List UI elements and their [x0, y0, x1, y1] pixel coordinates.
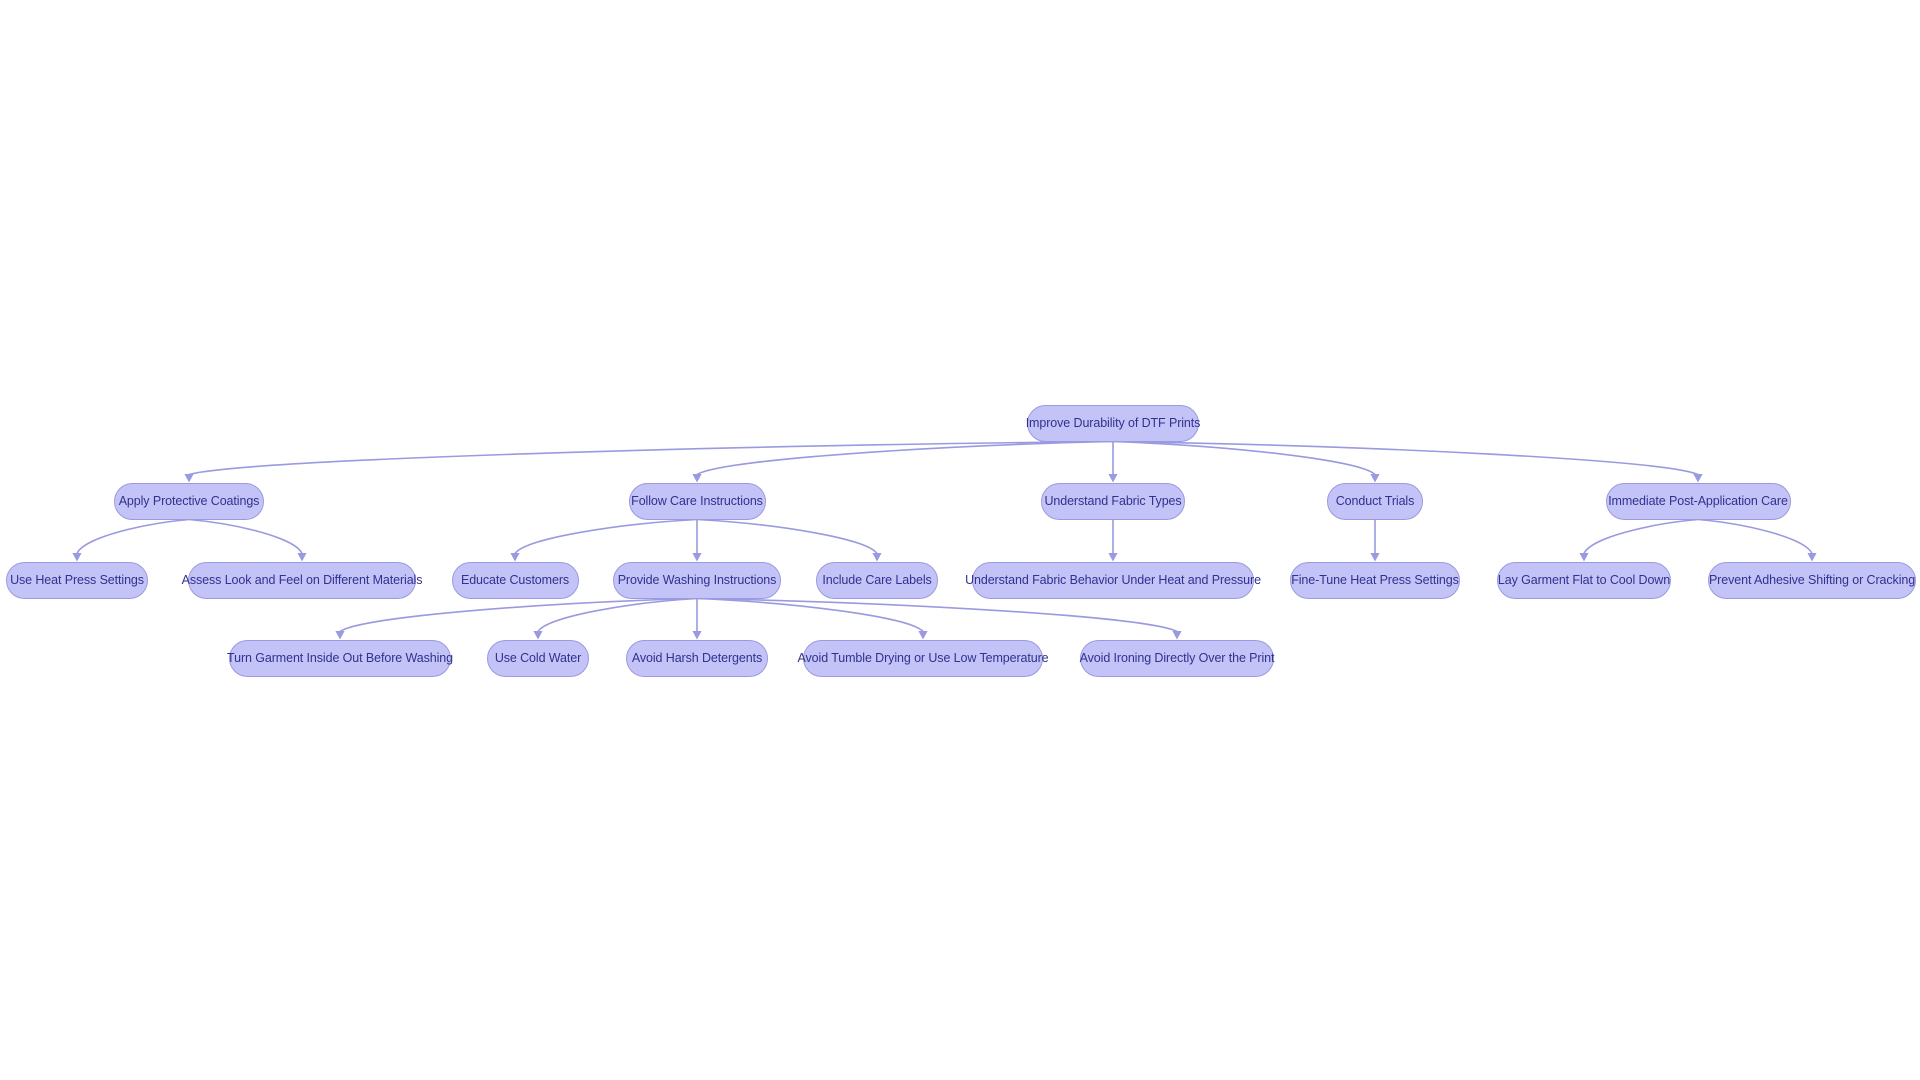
node-label: Avoid Tumble Drying or Use Low Temperatu… [797, 650, 1049, 665]
node-label: Fine-Tune Heat Press Settings [1291, 572, 1459, 587]
node-label: Understand Fabric Behavior Under Heat an… [965, 572, 1261, 587]
edge-arrowhead [1693, 474, 1703, 483]
edge-arrowhead [510, 553, 520, 562]
node-label: Prevent Adhesive Shifting or Cracking [1708, 572, 1916, 587]
flowchart-node-ironing[interactable]: Avoid Ironing Directly Over the Print [1079, 639, 1275, 677]
flowchart-node-trials[interactable]: Conduct Trials [1327, 482, 1423, 520]
flowchart-edge-root-to-trials [1112, 440, 1376, 476]
node-label: Educate Customers [460, 572, 570, 587]
edge-arrowhead [72, 553, 82, 562]
flowchart-node-fabrictypes[interactable]: Understand Fabric Types [1041, 482, 1185, 520]
flowchart-edge-root-to-carefollow [696, 440, 1114, 476]
edge-arrowhead [184, 474, 194, 483]
node-label: Include Care Labels [822, 572, 932, 587]
flowchart-edge-postcare-to-laygarment [1583, 518, 1699, 554]
flowchart-node-carelabels[interactable]: Include Care Labels [816, 561, 938, 599]
node-label: Follow Care Instructions [631, 493, 763, 508]
node-label: Use Heat Press Settings [10, 572, 144, 587]
node-label: Provide Washing Instructions [617, 572, 777, 587]
flowchart-edge-washing-to-tumbledry [696, 597, 924, 633]
flowchart-node-carefollow[interactable]: Follow Care Instructions [628, 482, 766, 520]
node-label: Understand Fabric Types [1044, 493, 1182, 508]
flowchart-node-finetune[interactable]: Fine-Tune Heat Press Settings [1290, 561, 1460, 599]
flowchart-edge-postcare-to-preventadh [1697, 518, 1813, 554]
flowchart-node-laygarment[interactable]: Lay Garment Flat to Cool Down [1497, 561, 1671, 599]
node-label: Avoid Ironing Directly Over the Print [1079, 650, 1275, 665]
edge-arrowhead [692, 474, 702, 483]
node-label: Assess Look and Feel on Different Materi… [181, 572, 423, 587]
node-label: Lay Garment Flat to Cool Down [1497, 572, 1671, 587]
edge-arrowhead [335, 631, 345, 640]
flowchart-node-coldwater[interactable]: Use Cold Water [487, 639, 589, 677]
flowchart-edge-root-to-postcare [1112, 440, 1699, 476]
flowchart-edge-carefollow-to-carelabels [696, 518, 878, 555]
flowchart-edge-carefollow-to-educate [514, 518, 698, 555]
edge-arrowhead [1579, 553, 1589, 562]
flowchart-node-washing[interactable]: Provide Washing Instructions [613, 561, 781, 599]
flowchart-edge-washing-to-ironing [696, 597, 1178, 633]
flowchart-edge-root-to-coatings [188, 440, 1114, 476]
edge-arrowhead [918, 631, 928, 640]
edge-arrowhead [297, 553, 307, 562]
edge-arrowhead [1172, 631, 1182, 640]
flowchart-node-lookfeel[interactable]: Assess Look and Feel on Different Materi… [182, 561, 422, 599]
node-label: Use Cold Water [494, 650, 582, 665]
flowchart-edge-coatings-to-heatpress [76, 518, 190, 554]
edge-arrowhead [1108, 474, 1118, 483]
flowchart-node-root[interactable]: Improve Durability of DTF Prints [1025, 404, 1201, 442]
flowchart-edge-washing-to-coldwater [537, 597, 698, 633]
flowchart-node-tumbledry[interactable]: Avoid Tumble Drying or Use Low Temperatu… [798, 639, 1049, 677]
flowchart-node-coatings[interactable]: Apply Protective Coatings [114, 482, 264, 520]
flowchart-edge-coatings-to-lookfeel [188, 518, 303, 554]
flowchart-node-insideout[interactable]: Turn Garment Inside Out Before Washing [227, 639, 453, 677]
edge-arrowhead [1370, 474, 1380, 483]
edge-arrowhead [692, 631, 702, 640]
edge-arrowhead [1108, 553, 1118, 562]
flowchart-canvas: Improve Durability of DTF Prints Apply Pr… [0, 0, 1920, 1080]
edge-arrowhead [692, 553, 702, 562]
flowchart-node-detergents[interactable]: Avoid Harsh Detergents [626, 639, 768, 677]
flowchart-node-postcare[interactable]: Immediate Post-Application Care [1605, 482, 1791, 520]
flowchart-node-educate[interactable]: Educate Customers [451, 561, 579, 599]
edge-arrowhead [1370, 553, 1380, 562]
flowchart-node-heatpress[interactable]: Use Heat Press Settings [6, 561, 148, 599]
flowchart-edge-washing-to-insideout [339, 597, 698, 633]
flowchart-node-preventadh[interactable]: Prevent Adhesive Shifting or Cracking [1708, 561, 1916, 599]
edge-arrowhead [872, 553, 882, 562]
edge-layer [72, 440, 1817, 640]
node-label: Turn Garment Inside Out Before Washing [227, 650, 453, 665]
node-label: Conduct Trials [1335, 493, 1415, 508]
edge-arrowhead [1807, 553, 1817, 562]
node-label: Improve Durability of DTF Prints [1025, 415, 1201, 430]
edge-arrowhead [533, 631, 543, 640]
node-label: Immediate Post-Application Care [1608, 493, 1788, 508]
node-label: Avoid Harsh Detergents [631, 650, 763, 665]
flowchart-node-fabricbehav[interactable]: Understand Fabric Behavior Under Heat an… [965, 561, 1261, 599]
node-label: Apply Protective Coatings [118, 493, 260, 508]
